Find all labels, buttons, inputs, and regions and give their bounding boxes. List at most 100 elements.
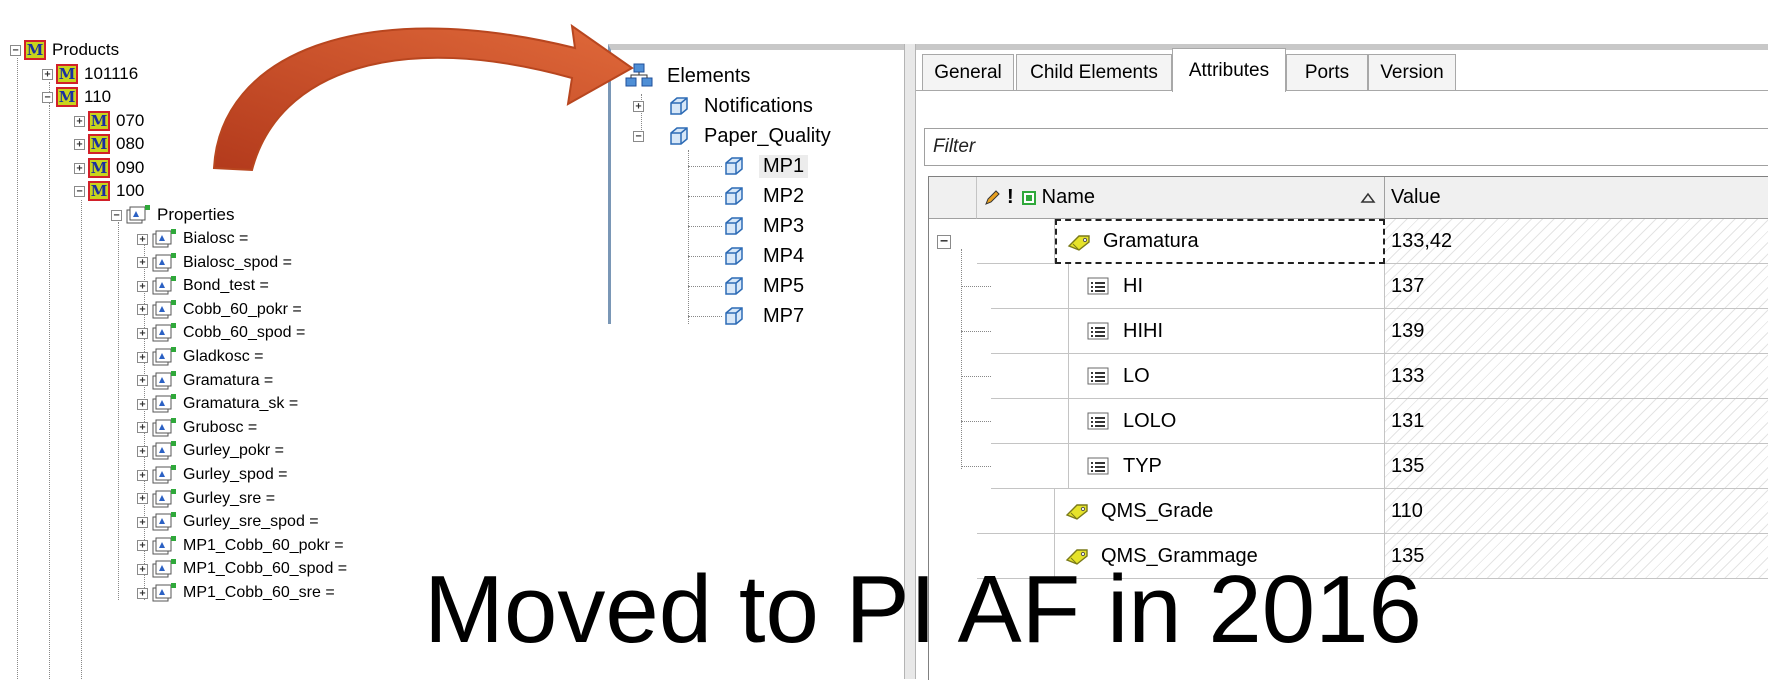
tree-node-mp-item[interactable]: MP5 [723,272,808,300]
expand-icon[interactable]: + [74,138,85,150]
tree-node-property[interactable]: + MP1_Cobb_60_sre = [137,581,335,605]
expand-icon[interactable]: + [137,327,148,339]
property-icon [152,229,176,248]
collapse-icon[interactable]: − [633,130,644,142]
tab-attributes[interactable]: Attributes [1172,48,1286,92]
expand-icon[interactable]: + [633,100,644,112]
tree-node-110[interactable]: − M 110 [42,85,111,109]
tree-node-property[interactable]: + Bond_test = [137,274,269,298]
expand-icon[interactable]: + [137,469,148,481]
attribute-name-cell[interactable]: Gramatura [1055,219,1385,264]
attribute-name-cell[interactable]: LOLO [1069,399,1385,444]
tree-node-property[interactable]: + Grubosc = [137,416,257,440]
name-column-header[interactable]: ! Name [977,177,1385,219]
tree-node-properties[interactable]: − Properties [111,203,234,227]
expand-icon[interactable]: + [137,280,148,292]
tree-node-notifications[interactable]: + Notifications [633,92,813,120]
attribute-value-cell[interactable]: 133,42 [1385,219,1768,264]
tree-node-label: Gurley_sre = [183,489,276,507]
row-connector [961,421,991,422]
tree-node-070[interactable]: + M 070 [74,109,144,133]
list-icon [1087,457,1109,475]
tree-node-paper-quality[interactable]: − Paper_Quality [633,122,831,150]
expand-icon[interactable]: + [74,115,85,127]
expand-icon[interactable]: + [137,398,148,410]
tree-node-mp-item[interactable]: MP7 [723,302,808,330]
tree-node-property[interactable]: + MP1_Cobb_60_spod = [137,557,347,581]
expand-icon[interactable]: + [137,540,148,552]
expand-icon[interactable]: + [137,351,148,363]
tree-node-property[interactable]: + Bialosc = [137,227,248,251]
elements-root-icon [625,63,653,87]
tree-node-090[interactable]: + M 090 [74,156,144,180]
attribute-name-cell[interactable]: LO [1069,354,1385,399]
expand-icon[interactable]: + [137,587,148,599]
attribute-name-cell[interactable]: QMS_Grade [1055,489,1385,534]
tree-node-mp-item[interactable]: MP2 [723,182,808,210]
attribute-value-cell[interactable]: 139 [1385,309,1768,354]
value-column-header[interactable]: Value [1385,177,1768,219]
attribute-value: 110 [1391,499,1423,522]
collapse-icon[interactable]: − [10,44,21,56]
attribute-value-cell[interactable]: 133 [1385,354,1768,399]
expand-icon[interactable]: + [74,162,85,174]
row-indent-cell [991,309,1069,354]
tab-version[interactable]: Version [1368,54,1456,90]
tree-node-property[interactable]: + Cobb_60_spod = [137,321,305,345]
expand-icon[interactable]: + [137,257,148,269]
collapse-icon[interactable]: − [937,235,951,249]
tree-node-property[interactable]: + Gramatura_sk = [137,392,298,416]
collapse-icon[interactable]: − [111,209,122,221]
cube-icon [725,307,743,325]
value-column-label: Value [1391,186,1441,208]
filter-input[interactable]: Filter [924,128,1768,166]
attribute-value-cell[interactable]: 135 [1385,534,1768,579]
tree-node-mp-item[interactable]: MP3 [723,212,808,240]
tree-node-mp-item[interactable]: MP4 [723,242,808,270]
attribute-value: 133 [1391,364,1425,387]
tree-node-101116[interactable]: + M 101116 [42,62,138,86]
tab-general[interactable]: General [922,54,1014,90]
attribute-value-cell[interactable]: 135 [1385,444,1768,489]
tree-node-property[interactable]: + Gurley_sre = [137,487,275,511]
tree-node-property[interactable]: + Gurley_spod = [137,463,288,487]
tree-node-property[interactable]: + Gurley_pokr = [137,439,284,463]
tree-node-080[interactable]: + M 080 [74,132,144,156]
expand-icon[interactable]: + [137,233,148,245]
attribute-value-cell[interactable]: 131 [1385,399,1768,444]
tree-node-100[interactable]: − M 100 [74,179,144,203]
attribute-value-cell[interactable]: 110 [1385,489,1768,534]
collapse-icon[interactable]: − [42,91,53,103]
attribute-name: Gramatura [1103,230,1199,252]
tree-node-label: 101116 [84,64,139,83]
tab-ports[interactable]: Ports [1286,54,1368,90]
row-indent-cell [991,399,1069,444]
attribute-name-cell[interactable]: HI [1069,264,1385,309]
expand-icon[interactable]: + [42,68,53,80]
attribute-value: 135 [1391,454,1425,477]
tree-node-mp-item[interactable]: MP1 [723,152,809,180]
expand-icon[interactable]: + [137,304,148,316]
expand-icon[interactable]: + [137,445,148,457]
collapse-icon[interactable]: − [74,185,85,197]
tree-node-products[interactable]: − M Products [10,38,119,62]
attribute-name-cell[interactable]: HIHI [1069,309,1385,354]
expand-icon[interactable]: + [137,422,148,434]
property-icon [152,370,176,390]
tree-node-property[interactable]: + Bialosc_spod = [137,251,292,275]
tree-node-property[interactable]: + MP1_Cobb_60_pokr = [137,534,344,558]
tree-node-property[interactable]: + Gladkosc = [137,345,263,369]
expand-icon[interactable]: + [137,516,148,528]
tree-node-property[interactable]: + Cobb_60_pokr = [137,298,302,322]
attribute-name-cell[interactable]: TYP [1069,444,1385,489]
tree-node-elements[interactable]: Elements [625,62,750,90]
property-icon [152,417,176,437]
tree-node-property[interactable]: + Gurley_sre_spod = [137,510,319,534]
attribute-name: QMS_Grade [1101,499,1214,522]
attribute-value-cell[interactable]: 137 [1385,264,1768,309]
tree-node-property[interactable]: + Gramatura = [137,369,273,393]
expand-icon[interactable]: + [137,563,148,575]
expand-icon[interactable]: + [137,493,148,505]
expand-icon[interactable]: + [137,375,148,387]
tab-child-elements[interactable]: Child Elements [1016,54,1172,90]
